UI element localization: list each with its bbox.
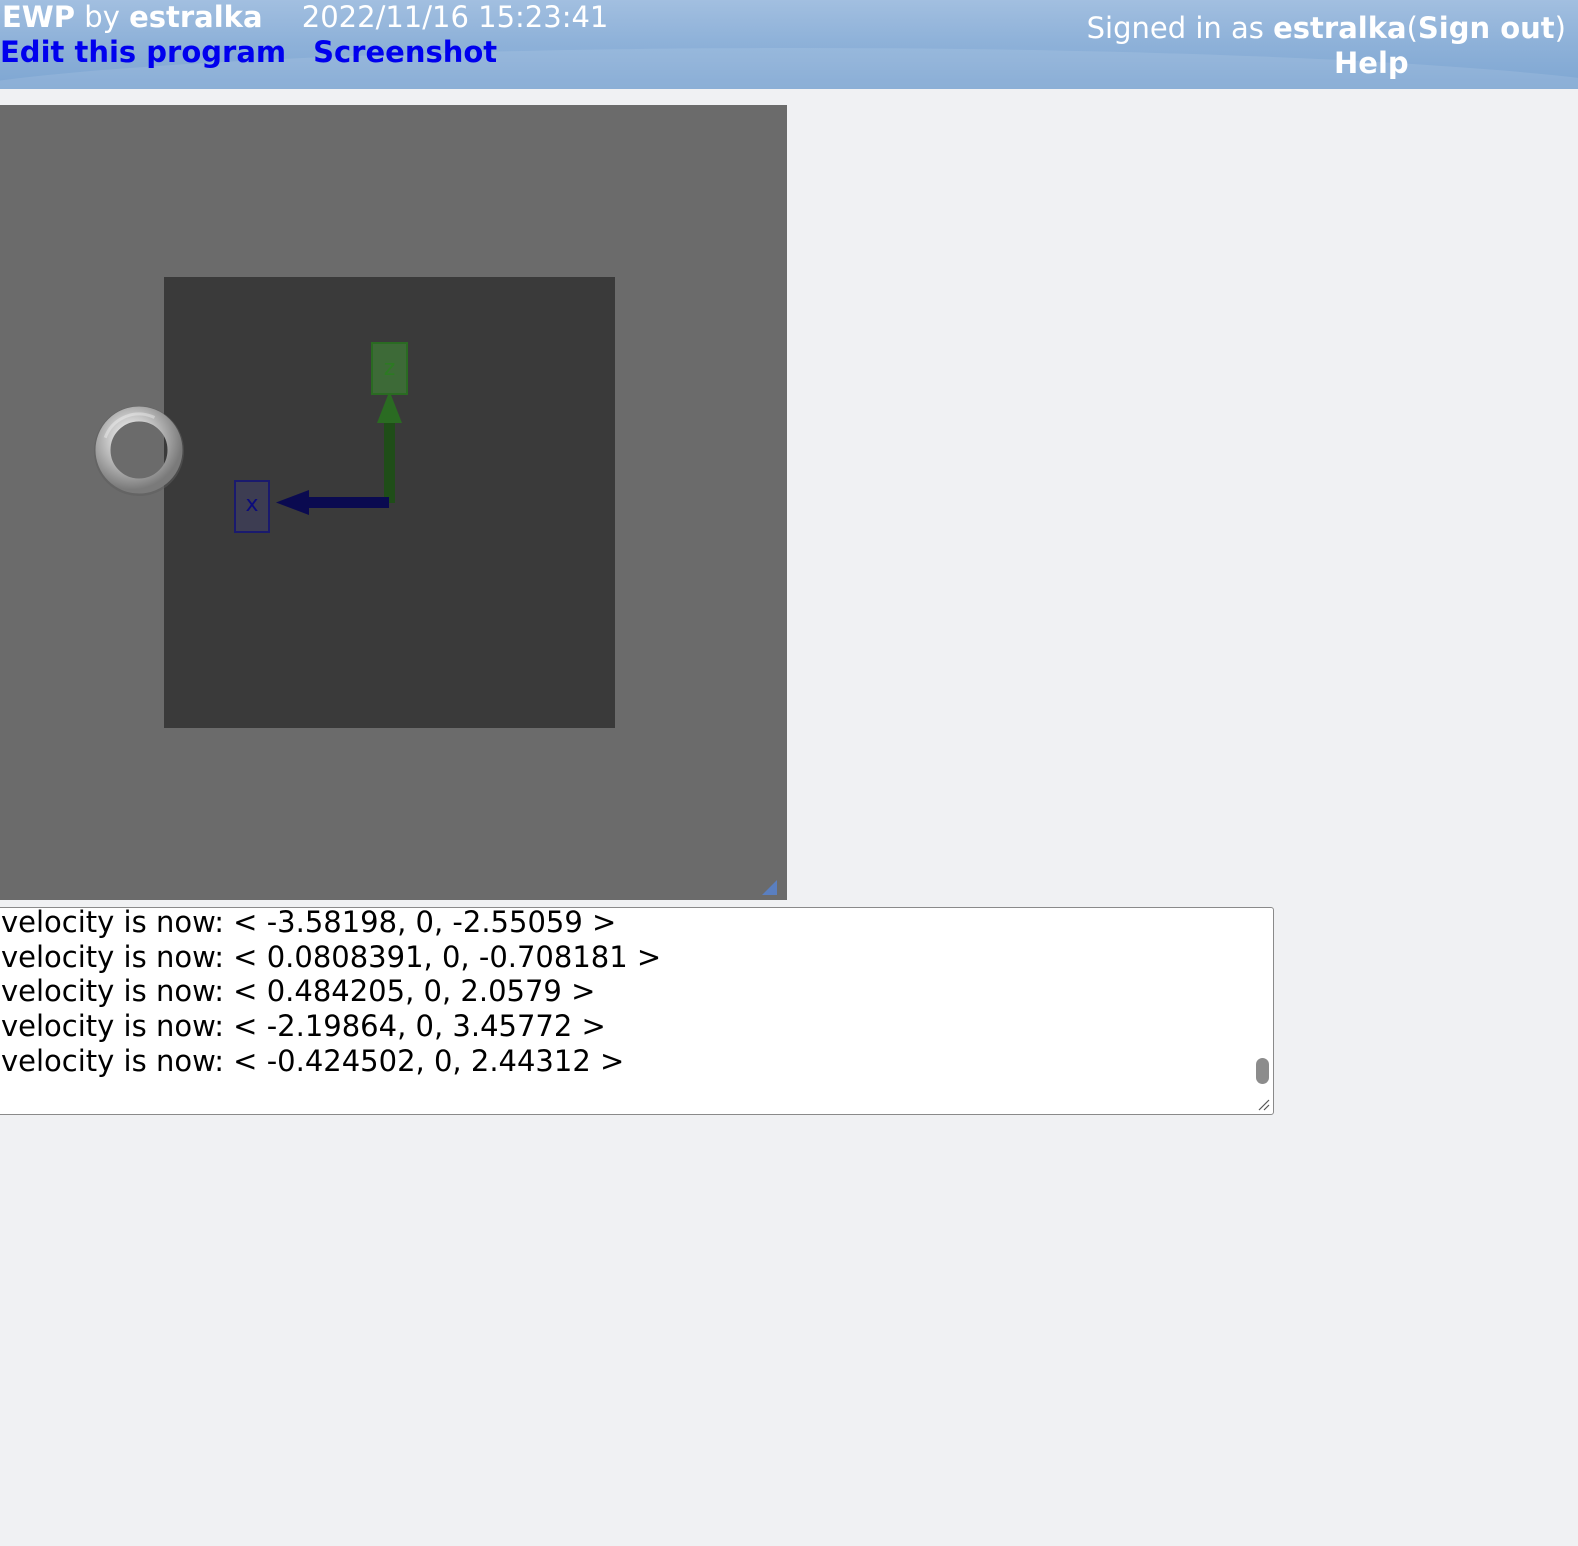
z-axis-label: z [384, 356, 396, 381]
top-bar: EWP by estralka 2022/11/16 15:23:41 Edit… [0, 0, 1578, 89]
console-scrollbar-thumb[interactable] [1256, 1058, 1269, 1084]
close-paren: ) [1554, 11, 1566, 45]
program-title-line: EWP by estralka 2022/11/16 15:23:41 [2, 0, 608, 34]
sign-out-link[interactable]: Sign out [1418, 11, 1555, 45]
signin-status: Signed in as estralka(Sign out) [1087, 10, 1566, 46]
console-resize-grip-icon[interactable] [1257, 1098, 1270, 1111]
screenshot-link[interactable]: Screenshot [313, 35, 497, 69]
console-output[interactable]: velocity is now: < -3.58198, 0, -2.55059… [0, 907, 1274, 1115]
console-line: velocity is now: < -2.19864, 0, 3.45772 … [1, 1009, 606, 1044]
program-name: EWP [2, 0, 76, 34]
scene-graphics: z x [94, 277, 777, 895]
console-line: velocity is now: < 0.484205, 0, 2.0579 > [1, 974, 596, 1009]
console-line: velocity is now: < -0.424502, 0, 2.44312… [1, 1043, 625, 1078]
console-line: velocity is now: < 0.0808391, 0, -0.7081… [1, 939, 662, 974]
program-links: Edit this program Screenshot [0, 34, 497, 70]
console-line: velocity is now: < -3.58198, 0, -2.55059… [1, 907, 617, 939]
x-axis-label: x [245, 492, 258, 517]
open-paren: ( [1406, 11, 1418, 45]
edit-program-link[interactable]: Edit this program [0, 35, 286, 69]
author-name: estralka [129, 0, 263, 34]
program-timestamp: 2022/11/16 15:23:41 [301, 0, 609, 34]
console-lines: velocity is now: < -3.58198, 0, -2.55059… [0, 907, 662, 1079]
signin-prefix: Signed in as [1086, 11, 1264, 45]
3d-scene-canvas[interactable]: z x [0, 105, 787, 900]
canvas-resize-handle[interactable] [762, 880, 777, 895]
by-label: by [84, 0, 120, 34]
help-link[interactable]: Help [1334, 45, 1409, 81]
signed-in-user: estralka [1273, 11, 1407, 45]
